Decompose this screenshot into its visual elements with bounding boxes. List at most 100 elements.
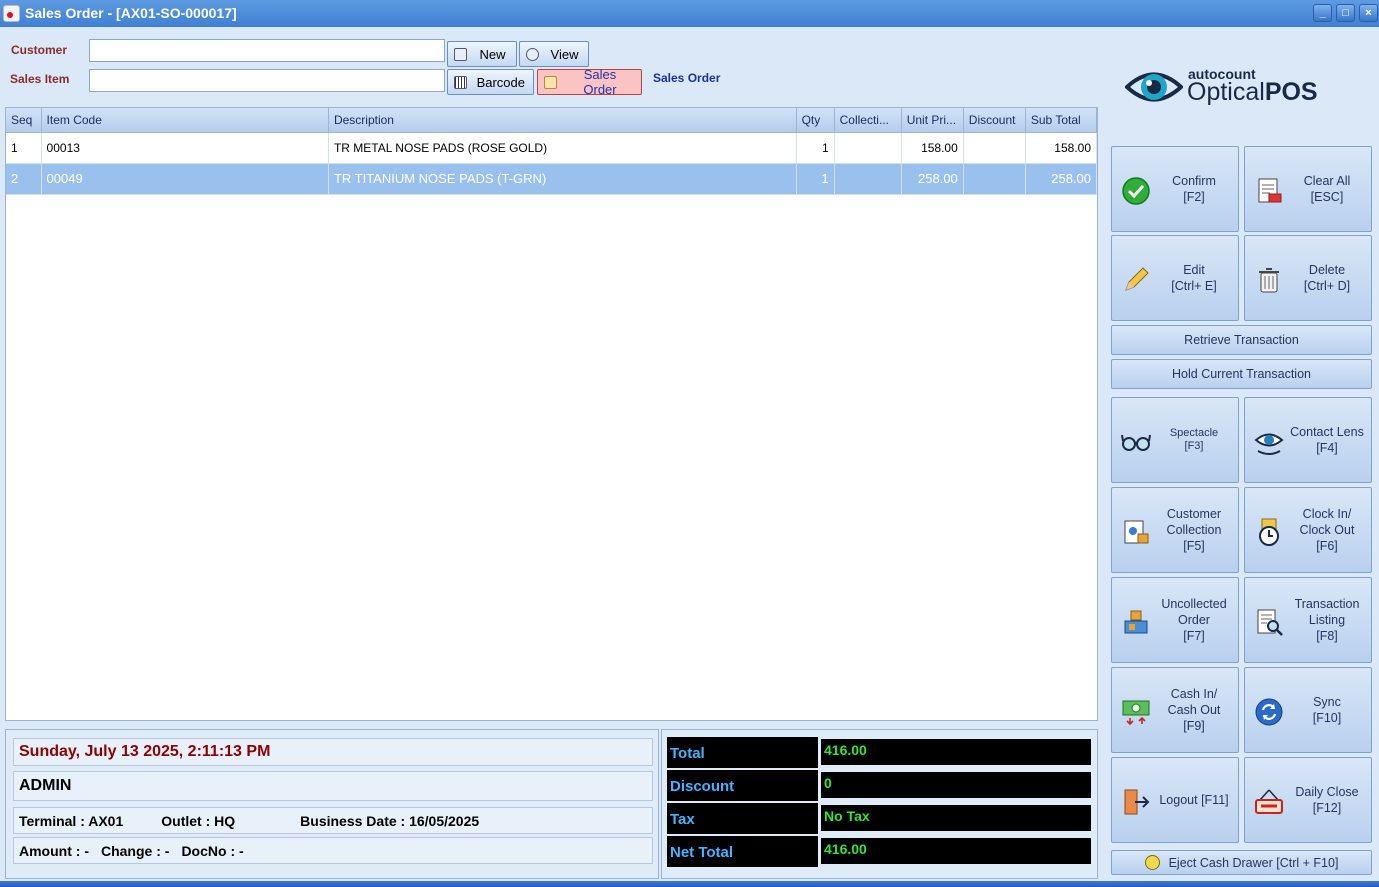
items-grid[interactable]: Seq Item Code Description Qty Collecti..… <box>5 107 1098 721</box>
col-description[interactable]: Description <box>328 108 797 133</box>
retrieve-transaction-button[interactable]: Retrieve Transaction <box>1111 325 1372 355</box>
eraser-document-icon <box>1253 175 1285 207</box>
close-button[interactable]: × <box>1359 4 1378 22</box>
net-total-row: Net Total 416.00 <box>667 836 1097 867</box>
magnifier-icon <box>526 47 539 61</box>
tax-value: No Tax <box>821 805 1091 831</box>
trash-icon <box>1253 264 1285 296</box>
eye-logo-icon <box>1125 72 1183 102</box>
pencil-icon <box>1120 264 1152 296</box>
uncollected-order-button[interactable]: Uncollected Order [F7] <box>1111 577 1239 663</box>
cell-sub-total: 258.00 <box>1025 163 1098 195</box>
cell-discount <box>963 163 1026 195</box>
session-info-panel: Sunday, July 13 2025, 2:11:13 PM ADMIN T… <box>5 729 659 879</box>
minimize-button[interactable]: _ <box>1313 4 1332 22</box>
sales-item-label: Sales Item <box>10 72 70 86</box>
tax-label: Tax <box>667 803 818 834</box>
customer-collection-button[interactable]: Customer Collection [F5] <box>1111 487 1239 573</box>
table-row[interactable]: 2 00049 TR TITANIUM NOSE PADS (T-GRN) 1 … <box>6 163 1098 195</box>
amount-text: Amount : - <box>19 842 89 859</box>
col-seq[interactable]: Seq <box>6 108 42 133</box>
document-search-icon <box>1253 606 1285 638</box>
change-text: Change : - <box>100 842 170 859</box>
new-button[interactable]: New <box>447 41 517 67</box>
delete-button[interactable]: Delete [Ctrl+ D] <box>1244 235 1372 321</box>
view-button[interactable]: View <box>519 41 589 67</box>
net-total-value: 416.00 <box>821 838 1091 864</box>
terminal-text: Terminal : AX01 <box>19 812 124 829</box>
col-discount[interactable]: Discount <box>963 108 1026 133</box>
net-total-label: Net Total <box>667 836 818 867</box>
cell-unit-price: 158.00 <box>901 132 964 164</box>
cell-description: TR METAL NOSE PADS (ROSE GOLD) <box>328 132 797 164</box>
cell-item-code: 00049 <box>41 163 329 195</box>
contact-lens-button[interactable]: Contact Lens [F4] <box>1244 397 1372 483</box>
tax-row: Tax No Tax <box>667 803 1097 834</box>
customer-collection-icon <box>1120 516 1152 548</box>
cell-seq: 2 <box>6 163 42 195</box>
edit-button[interactable]: Edit [Ctrl+ E] <box>1111 235 1239 321</box>
brand-optical-pos: OpticalPOS <box>1187 78 1318 106</box>
eject-cash-drawer-button[interactable]: Eject Cash Drawer [Ctrl + F10] <box>1111 850 1372 875</box>
business-date-text: Business Date : 16/05/2025 <box>300 812 480 829</box>
discount-label: Discount <box>667 770 818 801</box>
col-item-code[interactable]: Item Code <box>41 108 329 133</box>
total-value: 416.00 <box>821 739 1091 765</box>
customer-input[interactable] <box>89 39 445 62</box>
col-unit-price[interactable]: Unit Pri... <box>901 108 964 133</box>
cell-unit-price: 258.00 <box>901 163 964 195</box>
cell-qty: 1 <box>796 163 835 195</box>
col-qty[interactable]: Qty <box>796 108 835 133</box>
close-sign-icon <box>1253 786 1285 818</box>
customer-label: Customer <box>11 43 68 57</box>
col-sub-total[interactable]: Sub Total <box>1025 108 1098 133</box>
grid-header: Seq Item Code Description Qty Collecti..… <box>6 108 1098 133</box>
add-icon <box>454 47 467 61</box>
daily-close-button[interactable]: Daily Close [F12] <box>1244 757 1372 843</box>
barcode-icon <box>454 75 467 89</box>
cash-icon <box>1120 696 1152 728</box>
payment-info-row: Amount : - Change : - DocNo : - <box>13 837 653 864</box>
cash-in-out-button[interactable]: Cash In/ Cash Out [F9] <box>1111 667 1239 753</box>
title-bar: Sales Order - [AX01-SO-000017] _ □ × <box>0 0 1379 27</box>
hold-transaction-button[interactable]: Hold Current Transaction <box>1111 359 1372 389</box>
optical-pos-logo: autocount OpticalPOS <box>1125 64 1335 112</box>
cell-item-code: 00013 <box>41 132 329 164</box>
cell-sub-total: 158.00 <box>1025 132 1098 164</box>
check-icon <box>1120 175 1152 207</box>
maximize-button[interactable]: □ <box>1336 4 1355 22</box>
clear-all-button[interactable]: Clear All [ESC] <box>1244 146 1372 232</box>
cell-qty: 1 <box>796 132 835 164</box>
terminal-info-row: Terminal : AX01 Outlet : HQ Business Dat… <box>13 807 653 834</box>
boxes-icon <box>1120 606 1152 638</box>
cell-discount <box>963 132 1026 164</box>
spectacles-icon <box>1120 426 1152 458</box>
taskbar-strip <box>0 881 1379 887</box>
sales-order-mode-label: Sales Order <box>653 71 721 85</box>
sales-item-input[interactable] <box>89 69 445 92</box>
sync-button[interactable]: Sync [F10] <box>1244 667 1372 753</box>
user-display: ADMIN <box>13 771 653 801</box>
cell-description: TR TITANIUM NOSE PADS (T-GRN) <box>328 163 797 195</box>
logout-button[interactable]: Logout [F11] <box>1111 757 1239 843</box>
clock-in-out-button[interactable]: Clock In/ Clock Out [F6] <box>1244 487 1372 573</box>
contact-lens-icon <box>1253 426 1285 458</box>
logout-door-icon <box>1120 786 1152 818</box>
docno-text: DocNo : - <box>181 842 244 859</box>
confirm-button[interactable]: Confirm [F2] <box>1111 146 1239 232</box>
col-collection[interactable]: Collecti... <box>834 108 902 133</box>
barcode-button[interactable]: Barcode <box>447 69 534 95</box>
datetime-display: Sunday, July 13 2025, 2:11:13 PM <box>13 738 653 766</box>
sales-order-button[interactable]: Sales Order <box>537 67 642 97</box>
transaction-listing-button[interactable]: Transaction Listing [F8] <box>1244 577 1372 663</box>
clock-icon <box>1253 516 1285 548</box>
spectacle-button[interactable]: Spectacle [F3] <box>1111 397 1239 483</box>
app-icon <box>3 5 20 22</box>
cell-seq: 1 <box>6 132 42 164</box>
eject-icon <box>1144 855 1160 870</box>
table-row[interactable]: 1 00013 TR METAL NOSE PADS (ROSE GOLD) 1… <box>6 132 1098 164</box>
cell-collection <box>834 132 902 164</box>
discount-row: Discount 0 <box>667 770 1097 801</box>
sync-icon <box>1253 696 1285 728</box>
cell-collection <box>834 163 902 195</box>
